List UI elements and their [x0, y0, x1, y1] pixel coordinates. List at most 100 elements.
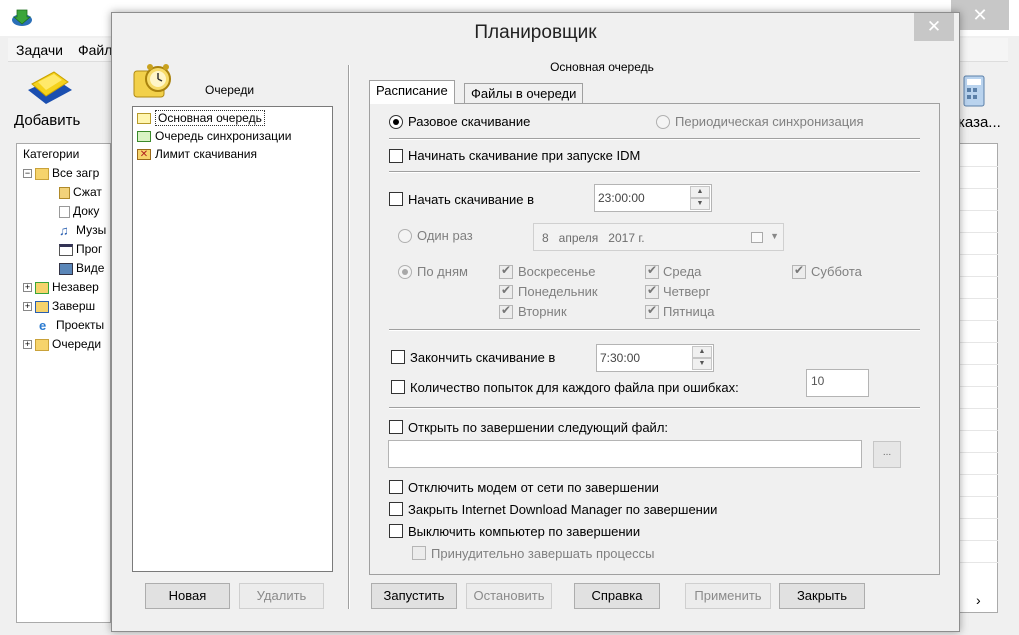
friday-checkbox[interactable]	[645, 303, 659, 319]
calculator-icon	[963, 75, 985, 107]
browse-button[interactable]: ...	[873, 441, 901, 468]
hangup-modem-checkbox[interactable]	[389, 480, 403, 494]
tree-item-projects[interactable]: e Проекты	[39, 316, 104, 334]
tree-item-compressed[interactable]: Сжат	[59, 183, 102, 201]
add-url-button[interactable]: Добавить	[14, 68, 94, 132]
categories-header: Категории	[23, 147, 80, 161]
document-icon	[59, 205, 70, 218]
spin-up-icon[interactable]: ▲	[692, 346, 712, 358]
stop-queue-button[interactable]: Остановить	[466, 583, 552, 609]
tree-label: Виде	[76, 261, 105, 275]
program-window-icon	[59, 243, 73, 256]
open-file-checkbox[interactable]	[389, 420, 403, 434]
toolbar-right-button[interactable]: каза...	[958, 70, 1019, 132]
separator	[389, 407, 920, 409]
once-radio[interactable]	[398, 229, 412, 243]
tree-label: Музы	[76, 223, 107, 237]
tree-item-programs[interactable]: Прог	[59, 240, 102, 258]
expand-icon[interactable]: +	[23, 283, 32, 293]
periodic-sync-radio[interactable]	[656, 115, 670, 129]
exit-idm-checkbox[interactable]	[389, 502, 403, 516]
one-time-download-radio[interactable]	[389, 115, 403, 129]
saturday-label: Суббота	[811, 264, 862, 279]
folder-icon	[35, 338, 49, 351]
dialog-close-button[interactable]: ✕	[914, 13, 954, 41]
periodic-sync-label: Периодическая синхронизация	[675, 114, 864, 129]
close-icon: ✕	[972, 5, 988, 25]
date-picker[interactable]: 8 апреля 2017 г. ▼	[533, 223, 784, 251]
menu-file[interactable]: Файл	[78, 42, 112, 58]
tuesday-checkbox[interactable]	[499, 303, 513, 319]
spin-down-icon[interactable]: ▼	[690, 198, 710, 210]
tree-item-music[interactable]: ♫ Музы	[59, 221, 106, 239]
retries-checkbox[interactable]	[391, 380, 405, 394]
apply-button[interactable]: Применить	[685, 583, 771, 609]
start-on-idm-startup-checkbox[interactable]	[389, 149, 403, 163]
categories-tree[interactable]: Категории − Все загр Сжат Доку ♫ Музы Прог…	[16, 143, 111, 623]
new-queue-button[interactable]: Новая	[145, 583, 230, 609]
schedule-panel: Разовое скачивание Периодическая синхрон…	[369, 103, 940, 575]
sunday-label: Воскресенье	[518, 264, 596, 279]
film-icon	[59, 262, 73, 275]
separator	[389, 138, 920, 140]
help-button[interactable]: Справка	[574, 583, 660, 609]
queue-item-sync[interactable]: Очередь синхронизации	[137, 127, 291, 145]
start-at-label: Начать скачивание в	[408, 192, 535, 207]
retries-input[interactable]: 10	[806, 369, 869, 397]
start-time-value: 23:00:00	[598, 191, 645, 205]
queue-item-limit[interactable]: ✕ Лимит скачивания	[137, 145, 257, 163]
start-at-checkbox[interactable]	[389, 192, 403, 206]
idm-logo-icon	[12, 9, 32, 26]
delete-queue-button[interactable]: Удалить	[239, 583, 324, 609]
tree-item-queues[interactable]: + Очереди	[23, 335, 101, 353]
tree-item-all[interactable]: − Все загр	[23, 164, 99, 182]
start-queue-button[interactable]: Запустить	[371, 583, 457, 609]
stop-at-checkbox[interactable]	[391, 350, 405, 364]
queue-item-main[interactable]: Основная очередь	[137, 109, 265, 127]
expand-icon[interactable]: +	[23, 340, 32, 350]
queue-item-label: Лимит скачивания	[155, 147, 257, 161]
sync-folder-icon	[137, 131, 151, 143]
thursday-checkbox[interactable]	[645, 283, 659, 299]
spin-up-icon[interactable]: ▲	[690, 186, 710, 198]
add-label: Добавить	[14, 112, 81, 129]
one-time-download-label: Разовое скачивание	[408, 114, 531, 129]
tree-item-unfinished[interactable]: + Незавер	[23, 278, 99, 296]
force-terminate-checkbox[interactable]	[412, 546, 426, 560]
once-label: Один раз	[417, 228, 473, 243]
saturday-checkbox[interactable]	[792, 263, 806, 279]
queues-label: Очереди	[205, 83, 255, 97]
pane-divider	[348, 65, 350, 609]
daily-radio[interactable]	[398, 265, 412, 279]
tree-item-documents[interactable]: Доку	[59, 202, 99, 220]
tab-schedule[interactable]: Расписание	[369, 80, 455, 104]
tree-item-video[interactable]: Виде	[59, 259, 104, 277]
limit-x-icon: ✕	[137, 149, 151, 161]
start-time-spinner[interactable]: 23:00:00 ▲ ▼	[594, 184, 712, 212]
collapse-icon[interactable]: −	[23, 169, 32, 179]
scroll-right-icon[interactable]: ›	[976, 592, 981, 608]
calendar-checkbox-icon[interactable]	[751, 232, 763, 243]
spin-down-icon[interactable]: ▼	[692, 358, 712, 370]
chevron-down-icon[interactable]: ▼	[770, 231, 779, 241]
queues-list[interactable]: Основная очередь Очередь синхронизации ✕…	[132, 106, 333, 572]
expand-icon[interactable]: +	[23, 302, 32, 312]
tab-queue-files[interactable]: Файлы в очереди	[464, 83, 584, 105]
monday-checkbox[interactable]	[499, 283, 513, 299]
tree-label: Все загр	[52, 166, 100, 180]
open-file-path-input[interactable]	[388, 440, 862, 468]
scheduler-clock-icon	[133, 64, 171, 98]
menu-tasks[interactable]: Задачи	[16, 42, 63, 58]
tree-item-finished[interactable]: + Заверш	[23, 297, 95, 315]
folder-open-icon	[35, 167, 49, 180]
wednesday-checkbox[interactable]	[645, 263, 659, 279]
stop-time-spinner[interactable]: 7:30:00 ▲ ▼	[596, 344, 714, 372]
download-folder-icon	[35, 281, 49, 294]
shutdown-pc-checkbox[interactable]	[389, 524, 403, 538]
archive-icon	[59, 186, 70, 199]
queue-folder-icon	[137, 113, 151, 125]
sunday-checkbox[interactable]	[499, 263, 513, 279]
close-button[interactable]: Закрыть	[779, 583, 865, 609]
tree-label: Незавер	[52, 280, 99, 294]
selected-queue-name: Основная очередь	[550, 60, 654, 74]
